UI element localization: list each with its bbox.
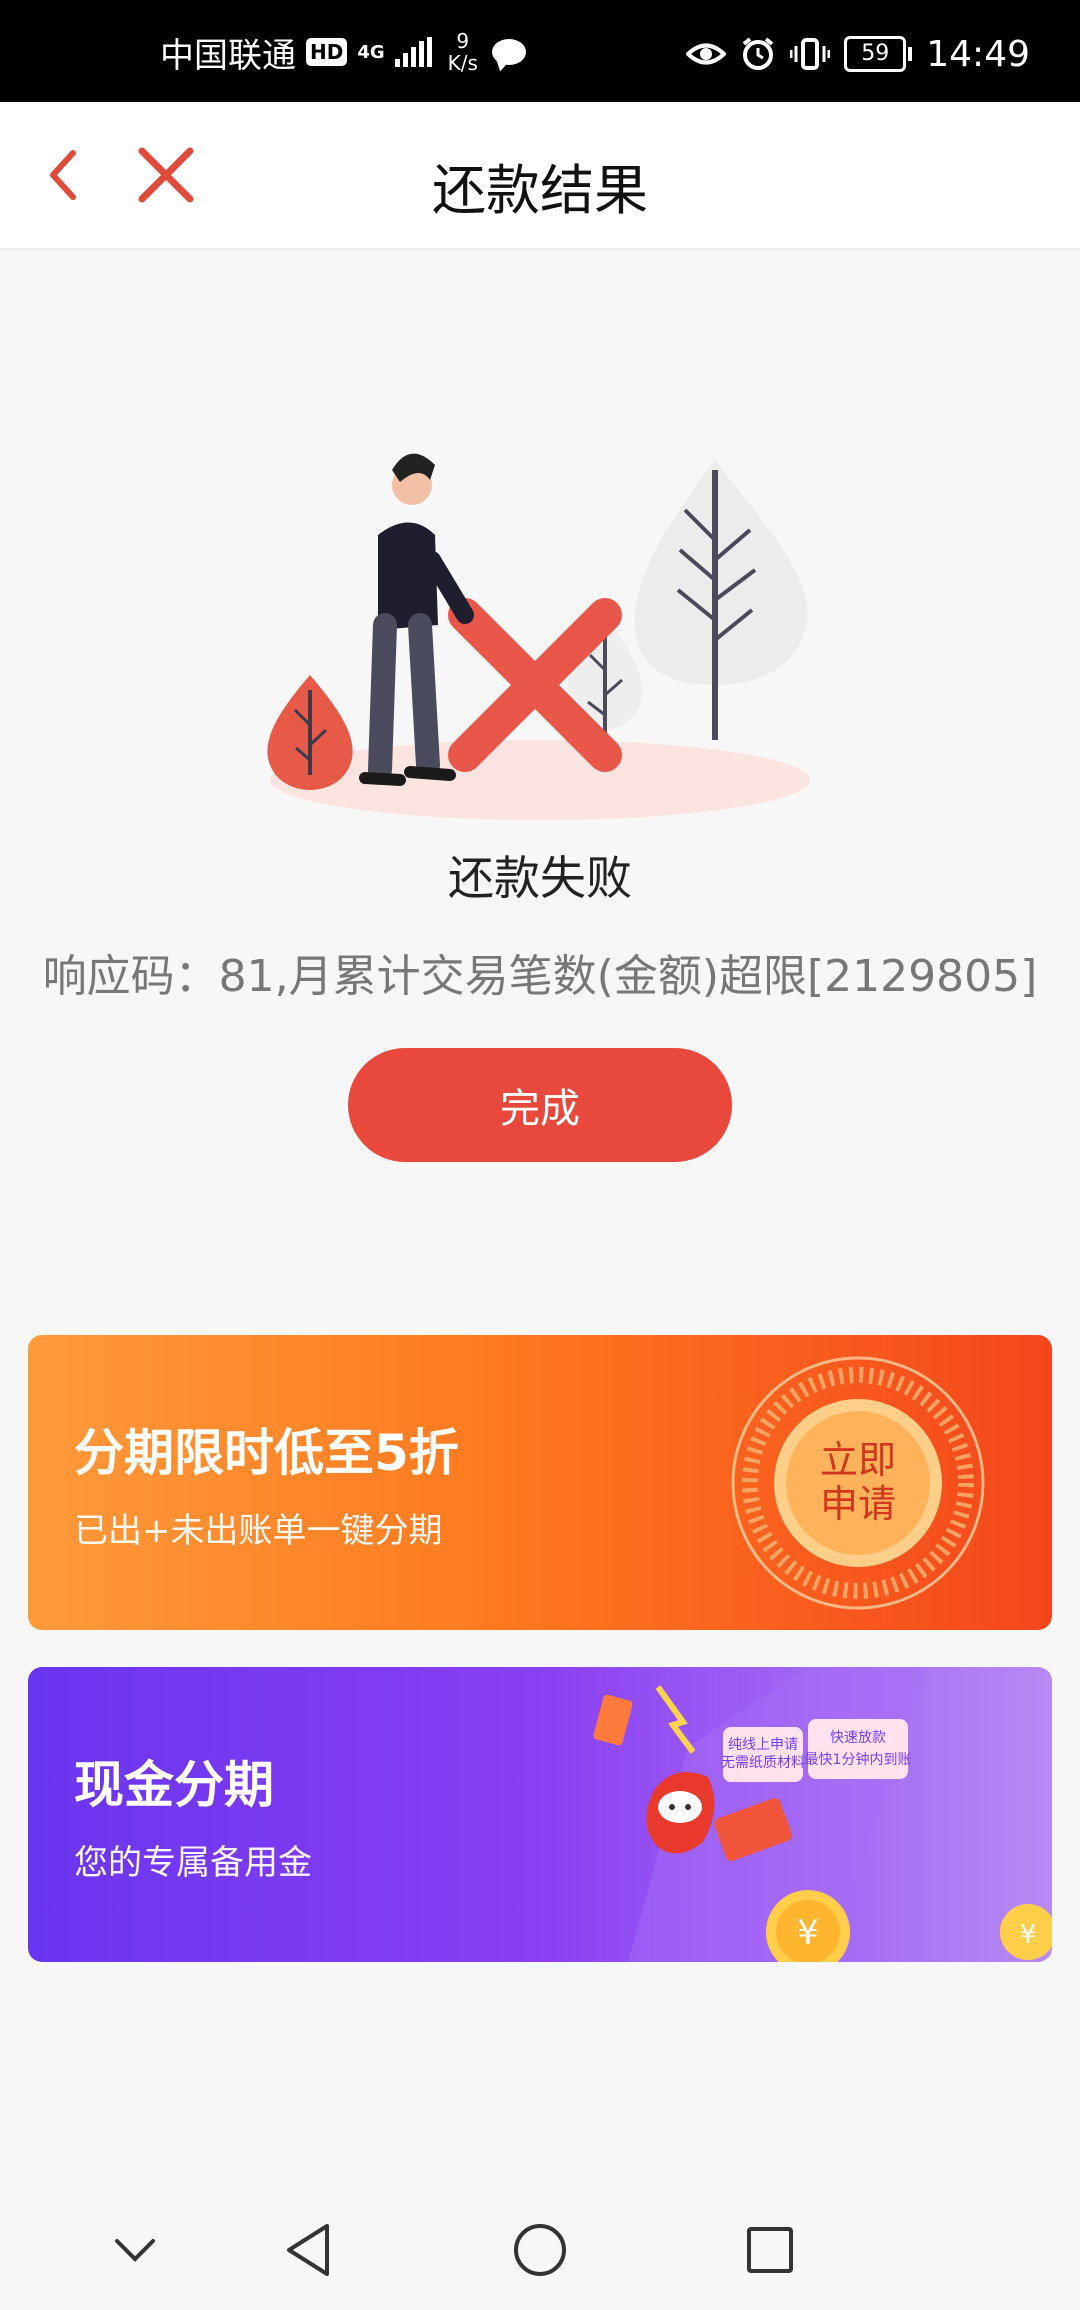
done-button[interactable]: 完成 bbox=[348, 1048, 732, 1162]
nav-down-button[interactable] bbox=[95, 2210, 175, 2290]
triangle-back-icon bbox=[287, 2224, 329, 2276]
payment-failed-illustration bbox=[267, 453, 810, 820]
card-text1: 纯线上申请 bbox=[728, 1737, 798, 1753]
result-title: 还款失败 bbox=[448, 851, 632, 905]
hd-badge: HD bbox=[306, 38, 348, 66]
status-right: 59 14:49 bbox=[686, 32, 1030, 76]
installment-banner[interactable]: 分期限时低至5折 已出+未出账单一键分期 立即 申请 bbox=[28, 1335, 1052, 1630]
net-speed-unit: K/s bbox=[447, 51, 478, 75]
carrier-label: 中国联通 bbox=[160, 35, 296, 76]
circle-home-icon bbox=[514, 2224, 566, 2276]
alarm-icon bbox=[742, 37, 774, 70]
banner-title: 分期限时低至5折 bbox=[74, 1424, 459, 1482]
cash-installment-banner[interactable]: 现金分期 您的专属备用金 纯线上申请 无需纸质材料 快速放款 最快1分钟内到账 … bbox=[28, 1667, 1052, 1962]
svg-text:¥: ¥ bbox=[1020, 1920, 1037, 1950]
badge-line2: 申请 bbox=[820, 1482, 896, 1526]
clock: 14:49 bbox=[926, 33, 1030, 75]
nav-home-button[interactable] bbox=[500, 2210, 580, 2290]
banner-subtitle: 已出+未出账单一键分期 bbox=[74, 1511, 443, 1551]
result-message: 响应码：81,月累计交易笔数(金额)超限[2129805] bbox=[42, 951, 1038, 1002]
nav-back-button[interactable] bbox=[268, 2210, 348, 2290]
vibrate-icon bbox=[790, 38, 831, 70]
message-icon bbox=[491, 39, 526, 65]
battery-icon: 59 bbox=[844, 36, 913, 72]
page-title: 还款结果 bbox=[432, 159, 648, 222]
cash-illustration: 纯线上申请 无需纸质材料 快速放款 最快1分钟内到账 ¥ ¥ bbox=[593, 1667, 1052, 1962]
eye-icon bbox=[686, 43, 727, 65]
apply-badge[interactable]: 立即 申请 bbox=[708, 1335, 1052, 1630]
system-nav-bar bbox=[0, 2190, 1080, 2310]
svg-text:¥: ¥ bbox=[797, 1913, 819, 1953]
net-speed: 9 K/s bbox=[448, 30, 478, 74]
card-text4: 最快1分钟内到账 bbox=[805, 1751, 912, 1768]
network-label: 4G bbox=[357, 41, 385, 63]
status-left: 中国联通 HD 4G 9 K/s bbox=[160, 30, 526, 76]
card-text3: 快速放款 bbox=[830, 1730, 886, 1746]
banner-subtitle: 您的专属备用金 bbox=[74, 1843, 312, 1883]
red-tree-icon bbox=[267, 675, 353, 790]
nav-bar: 还款结果 bbox=[0, 102, 1080, 251]
status-bar: 中国联通 HD 4G 9 K/s 59 14:49 bbox=[0, 0, 1080, 102]
square-recent-icon bbox=[747, 2227, 793, 2273]
signal-icon bbox=[394, 37, 432, 67]
badge-line1: 立即 bbox=[820, 1438, 896, 1482]
battery-level: 59 bbox=[844, 36, 907, 72]
banner-title: 现金分期 bbox=[74, 1756, 274, 1814]
chevron-down-icon bbox=[115, 2239, 155, 2262]
tree-big-icon bbox=[634, 460, 808, 740]
nav-recent-button[interactable] bbox=[730, 2210, 810, 2290]
net-speed-value: 9 bbox=[456, 29, 470, 53]
card-text2: 无需纸质材料 bbox=[721, 1755, 805, 1771]
